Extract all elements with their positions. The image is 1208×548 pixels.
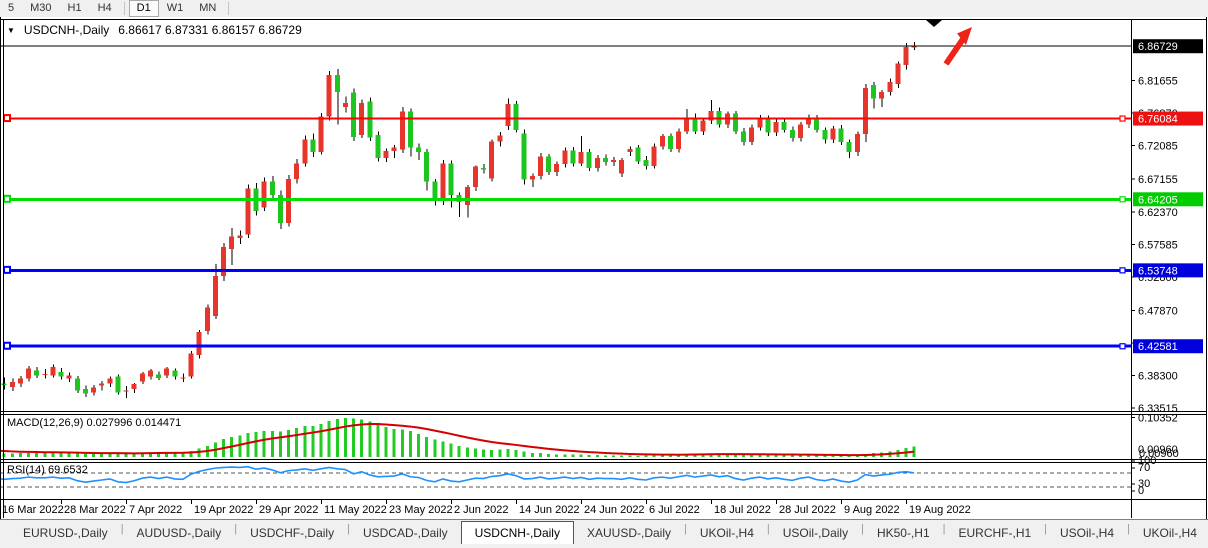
chart-tab-ukoil-h4[interactable]: UKOil-,H4 — [1130, 522, 1208, 543]
chart-tab-xauusd-daily[interactable]: XAUUSD-,Daily — [574, 522, 684, 543]
timeframe-button-d1[interactable]: D1 — [129, 0, 159, 17]
chart-window[interactable]: 6.816556.768706.720856.671556.623706.575… — [0, 17, 1208, 519]
price-badge-6.64205: 6.64205 — [1133, 192, 1203, 206]
svg-text:6.38300: 6.38300 — [1138, 370, 1178, 382]
svg-text:6.72085: 6.72085 — [1138, 141, 1178, 153]
price-badge-6.42581: 6.42581 — [1133, 339, 1203, 353]
svg-text:6.81655: 6.81655 — [1138, 76, 1178, 88]
svg-text:28 Jul 2022: 28 Jul 2022 — [779, 504, 836, 516]
svg-text:18 Jul 2022: 18 Jul 2022 — [714, 504, 771, 516]
chart-tab-usoil-daily[interactable]: USOil-,Daily — [770, 522, 861, 543]
timeframe-toolbar: 5M30H1H4 D1W1MN — [0, 0, 1208, 18]
svg-text:0.10352: 0.10352 — [1138, 413, 1178, 425]
svg-text:19 Aug 2022: 19 Aug 2022 — [909, 504, 971, 516]
svg-text:6.53748: 6.53748 — [1138, 265, 1178, 277]
svg-text:6.67155: 6.67155 — [1138, 174, 1178, 186]
toolbar-separator — [228, 2, 229, 15]
chart-tab-eurusd-daily[interactable]: EURUSD-,Daily — [10, 522, 121, 543]
svg-text:6.47870: 6.47870 — [1138, 305, 1178, 317]
chart-tab-usdcnh-daily[interactable]: USDCNH-,Daily — [461, 521, 574, 544]
timeframe-button-w1[interactable]: W1 — [159, 0, 192, 17]
svg-text:6.64205: 6.64205 — [1138, 194, 1178, 206]
chart-tab-ukoil-h4[interactable]: UKOil-,H4 — [687, 522, 767, 543]
svg-text:6.76084: 6.76084 — [1138, 114, 1178, 126]
svg-text:24 Jun 2022: 24 Jun 2022 — [584, 504, 645, 516]
toolbar-separator — [124, 2, 125, 15]
svg-text:9 Aug 2022: 9 Aug 2022 — [844, 504, 900, 516]
chart-symbol-label: USDCNH-,Daily — [24, 23, 109, 37]
timeframe-button-h4[interactable]: H4 — [90, 0, 120, 17]
svg-text:6.42581: 6.42581 — [1138, 341, 1178, 353]
svg-text:28 Mar 2022: 28 Mar 2022 — [64, 504, 126, 516]
chart-title: ▼ USDCNH-,Daily 6.86617 6.87331 6.86157 … — [7, 23, 302, 37]
svg-text:14 Jun 2022: 14 Jun 2022 — [519, 504, 580, 516]
price-badge-6.86729: 6.86729 — [1133, 39, 1203, 53]
svg-text:23 May 2022: 23 May 2022 — [389, 504, 453, 516]
macd-indicator-label: MACD(12,26,9) 0.027996 0.014471 — [7, 417, 181, 429]
chart-tab-usoil-h4[interactable]: USOil-,H4 — [1047, 522, 1127, 543]
terminal-window: 5M30H1H4D1W1MN 6.816556.768706.720856.67… — [0, 0, 1208, 548]
svg-text:6 Jul 2022: 6 Jul 2022 — [649, 504, 700, 516]
chart-ohlc-values: 6.86617 6.87331 6.86157 6.86729 — [118, 23, 302, 37]
svg-text:6.86729: 6.86729 — [1138, 41, 1178, 53]
chart-tab-usdchf-daily[interactable]: USDCHF-,Daily — [237, 522, 347, 543]
chart-tab-eurchf-h1[interactable]: EURCHF-,H1 — [945, 522, 1044, 543]
svg-text:7 Apr 2022: 7 Apr 2022 — [129, 504, 182, 516]
chart-canvas[interactable]: 6.816556.768706.720856.671556.623706.575… — [0, 17, 1208, 519]
chart-tab-hk50-h1[interactable]: HK50-,H1 — [864, 522, 943, 543]
price-badge-6.76084: 6.76084 — [1133, 112, 1203, 126]
chart-tab-audusd-daily[interactable]: AUDUSD-,Daily — [124, 522, 235, 543]
timeframe-button-mn[interactable]: MN — [191, 0, 224, 17]
rsi-indicator-label: RSI(14) 69.6532 — [7, 464, 88, 476]
svg-text:11 May 2022: 11 May 2022 — [324, 504, 387, 516]
timeframe-button-m30[interactable]: M30 — [22, 0, 59, 17]
svg-text:29 Apr 2022: 29 Apr 2022 — [259, 504, 318, 516]
chart-tab-usdcad-daily[interactable]: USDCAD-,Daily — [350, 522, 461, 543]
svg-text:19 Apr 2022: 19 Apr 2022 — [194, 504, 253, 516]
price-badge-6.53748: 6.53748 — [1133, 263, 1203, 277]
symbol-dropdown-icon[interactable]: ▼ — [7, 26, 15, 35]
svg-text:6.57585: 6.57585 — [1138, 239, 1178, 251]
timeframe-button-h1[interactable]: H1 — [60, 0, 90, 17]
svg-text:2 Jun 2022: 2 Jun 2022 — [454, 504, 508, 516]
svg-text:0: 0 — [1138, 485, 1144, 497]
svg-text:70: 70 — [1138, 462, 1150, 474]
svg-text:6.62370: 6.62370 — [1138, 207, 1178, 219]
timeframe-button-5[interactable]: 5 — [0, 0, 22, 17]
chart-tab-bar: EURUSD-,Daily|AUDUSD-,Daily|USDCHF-,Dail… — [0, 519, 1208, 548]
svg-text:16 Mar 2022: 16 Mar 2022 — [2, 504, 64, 516]
